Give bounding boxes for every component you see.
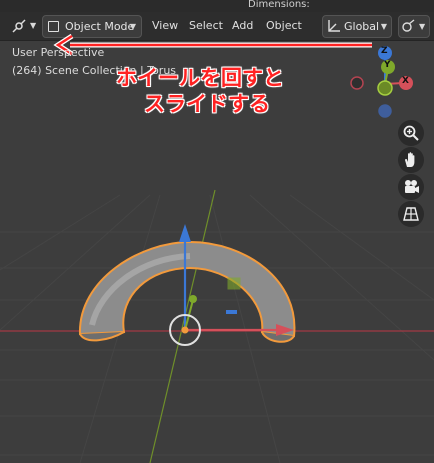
- view-name: User Perspective: [12, 46, 105, 59]
- z-arrow-handle[interactable]: [179, 224, 191, 242]
- gizmo-neg-z-ball[interactable]: [378, 104, 392, 118]
- xz-plane-handle[interactable]: [227, 277, 241, 290]
- camera-icon: [405, 180, 419, 193]
- gizmo-neg-y-ball[interactable]: [377, 80, 393, 96]
- annotation-line-2: スライドする: [144, 92, 270, 116]
- gizmo-z-label: Z: [381, 46, 388, 56]
- gizmo-neg-x-ball[interactable]: [350, 76, 364, 90]
- zoom-icon: [403, 125, 419, 141]
- zoom-button[interactable]: [398, 120, 424, 146]
- pan-button[interactable]: [398, 147, 424, 173]
- y-axis-line: [149, 189, 216, 463]
- object-origin: [181, 326, 189, 334]
- torus-mesh[interactable]: [78, 240, 296, 343]
- perspective-toggle-button[interactable]: [398, 201, 424, 227]
- camera-view-button[interactable]: [398, 174, 424, 200]
- grid-perspective-icon: [403, 207, 419, 221]
- y-arrow-handle[interactable]: [189, 295, 197, 303]
- gizmo-x-label: X: [402, 76, 409, 86]
- annotation-arrow: [53, 33, 372, 57]
- gizmo-y-label: Y: [384, 60, 391, 70]
- xy-plane-handle[interactable]: [226, 310, 237, 314]
- hand-pan-icon: [405, 152, 415, 167]
